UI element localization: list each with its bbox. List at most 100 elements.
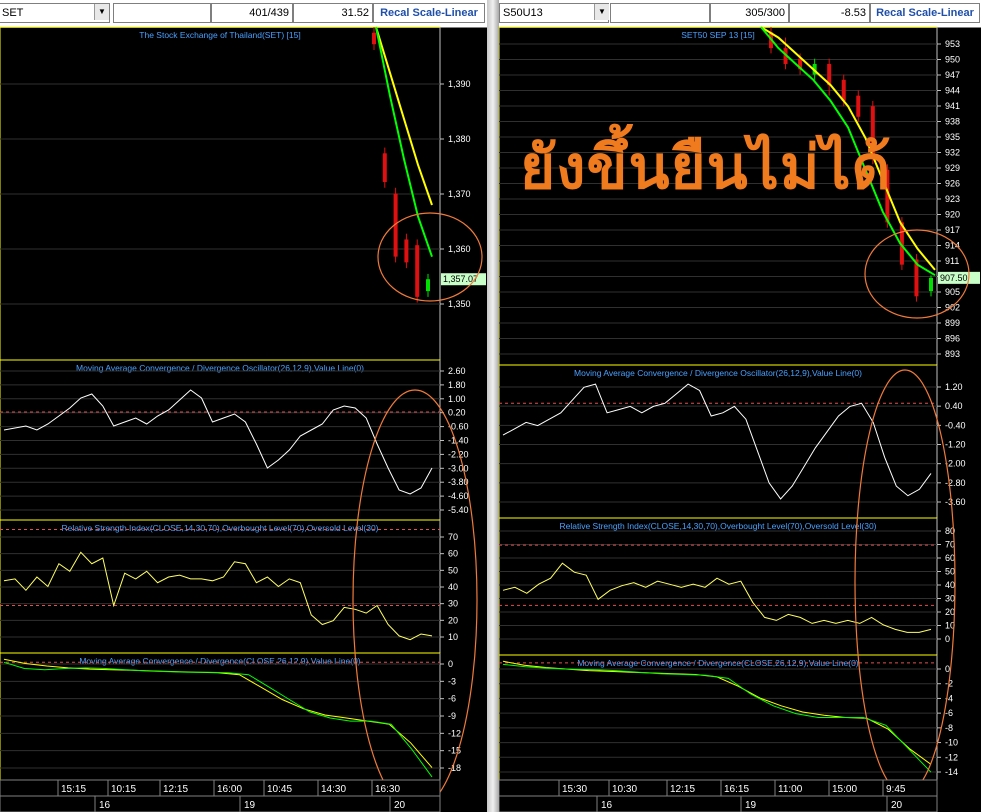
- right-rsi-frame: [499, 517, 938, 656]
- left-macd2-tick-label: -9: [448, 711, 456, 721]
- right-macd-osc-line: [502, 383, 932, 500]
- left-candle-body: [415, 245, 420, 297]
- right-price-tick-label: 905: [945, 287, 960, 297]
- left-macd2-tick-label: -3: [448, 676, 456, 686]
- left-rsi-tick-label: 20: [448, 615, 458, 625]
- left-time-label: 16:30: [375, 784, 400, 795]
- right-last-price-label: 907.50: [940, 273, 968, 283]
- right-candle-body: [929, 277, 933, 292]
- right-day-label: 20: [891, 800, 903, 811]
- right-price-tick-label: 926: [945, 179, 960, 189]
- left-macd-tick-label: 1.80: [448, 380, 466, 390]
- right-price-tick-label: 923: [945, 194, 960, 204]
- right-price-tick-label: 899: [945, 318, 960, 328]
- right-price-tick-label: 953: [945, 39, 960, 49]
- left-day-label: 20: [394, 800, 406, 811]
- left-time-label: 15:15: [61, 784, 86, 795]
- right-price-tick-label: 929: [945, 163, 960, 173]
- left-time-label: 10:15: [111, 784, 136, 795]
- left-macd-tick-label: -3.00: [448, 463, 469, 473]
- overlay-annotation-text: ยังขึ้นยืนไม่ได้: [520, 133, 892, 203]
- left-chart-panel: SET ▼ 401/439 31.52 Recal Scale-Linear T…: [0, 0, 487, 812]
- right-macd2-tick-label: -10: [945, 738, 958, 748]
- right-price-tick-label: 917: [945, 225, 960, 235]
- right-macd-tick-label: -1.20: [945, 440, 966, 450]
- left-time-label: 16:00: [217, 784, 242, 795]
- right-time-label: 15:00: [832, 784, 857, 795]
- right-price-tick-label: 938: [945, 117, 960, 127]
- right-macd-tick-label: 1.20: [945, 382, 963, 392]
- left-candle-body: [372, 32, 376, 45]
- left-macd2-line: [3, 658, 433, 768]
- left-rsi-tick-label: 60: [448, 549, 458, 559]
- left-macd2-tick-label: -12: [448, 728, 461, 738]
- right-time-label: 12:15: [670, 784, 695, 795]
- left-candle-body: [426, 279, 430, 292]
- right-time-label: 15:30: [562, 784, 587, 795]
- left-macd-tick-label: -5.40: [448, 505, 469, 515]
- right-candle-body: [856, 95, 861, 117]
- left-macd2-tick-label: -6: [448, 694, 456, 704]
- right-price-title: SET50 SEP 13 [15]: [681, 30, 755, 40]
- right-macd-tick-label: 0.40: [945, 401, 963, 411]
- panel-splitter[interactable]: [487, 0, 499, 812]
- left-price-tick-label: 1,380: [448, 134, 471, 144]
- left-macd-tick-label: 1.00: [448, 394, 466, 404]
- left-rsi-tick-label: 70: [448, 532, 458, 542]
- left-candle-body: [404, 239, 409, 263]
- left-price-tick-label: 1,390: [448, 79, 471, 89]
- left-macd-tick-label: -1.40: [448, 436, 469, 446]
- right-rsi-title: Relative Strength Index(CLOSE,14,30,70),…: [559, 521, 876, 531]
- right-macd-title: Moving Average Convergence / Divergence …: [574, 368, 862, 378]
- right-macd2-tick-label: -12: [945, 752, 958, 762]
- right-highlight-ellipse: [854, 369, 956, 795]
- left-price-tick-label: 1,350: [448, 299, 471, 309]
- right-time-label: 9:45: [886, 784, 906, 795]
- right-macd-tick-label: -2.00: [945, 459, 966, 469]
- right-price-tick-label: 896: [945, 334, 960, 344]
- right-price-tick-label: 944: [945, 86, 960, 96]
- right-price-tick-label: 902: [945, 303, 960, 313]
- left-rsi-tick-label: 30: [448, 599, 458, 609]
- left-chart-canvas: The Stock Exchange of Thailand(SET) [15]…: [0, 26, 486, 812]
- left-macd-osc-line: [3, 389, 433, 495]
- left-rsi-line: [3, 551, 433, 641]
- right-rsi-tick-label: 60: [945, 553, 955, 563]
- left-price-title: The Stock Exchange of Thailand(SET) [15]: [139, 30, 300, 40]
- right-macd-tick-label: -2.80: [945, 478, 966, 488]
- right-price-tick-label: 893: [945, 349, 960, 359]
- right-macd2-tick-label: -6: [945, 708, 953, 718]
- left-rsi-tick-label: 10: [448, 632, 458, 642]
- left-macd2-line: [3, 661, 433, 778]
- right-rsi-tick-label: 30: [945, 594, 955, 604]
- right-macd2-tick-label: -8: [945, 723, 953, 733]
- right-price-tick-label: 947: [945, 70, 960, 80]
- left-rsi-tick-label: 50: [448, 565, 458, 575]
- left-day-label: 16: [99, 800, 111, 811]
- right-rsi-tick-label: 0: [945, 634, 950, 644]
- right-macd2-tick-label: -14: [945, 767, 958, 777]
- right-macd-frame: [499, 364, 938, 519]
- left-price-ma-line: [375, 26, 433, 258]
- right-time-label: 11:00: [778, 784, 803, 795]
- left-time-label: 10:45: [267, 784, 292, 795]
- right-macd2-frame: [499, 654, 938, 781]
- right-rsi-tick-label: 20: [945, 607, 955, 617]
- right-price-tick-label: 911: [945, 256, 959, 266]
- right-price-tick-label: 932: [945, 148, 960, 158]
- left-macd-tick-label: 2.60: [448, 366, 466, 376]
- left-macd-tick-label: 0.20: [448, 408, 466, 418]
- right-macd-tick-label: -3.60: [945, 497, 966, 507]
- right-time-label: 10:30: [612, 784, 637, 795]
- left-rsi-title: Relative Strength Index(CLOSE,14,30,70),…: [61, 523, 378, 533]
- left-time-label: 14:30: [321, 784, 346, 795]
- right-price-tick-label: 920: [945, 210, 960, 220]
- right-macd2-tick-label: 0: [945, 664, 950, 674]
- right-day-label: 16: [601, 800, 613, 811]
- left-day-label: 19: [244, 800, 256, 811]
- right-rsi-line: [502, 562, 932, 633]
- right-rsi-tick-label: 40: [945, 580, 955, 590]
- left-time-label: 12:15: [163, 784, 188, 795]
- right-price-tick-label: 941: [945, 101, 960, 111]
- right-price-tick-label: 950: [945, 55, 960, 65]
